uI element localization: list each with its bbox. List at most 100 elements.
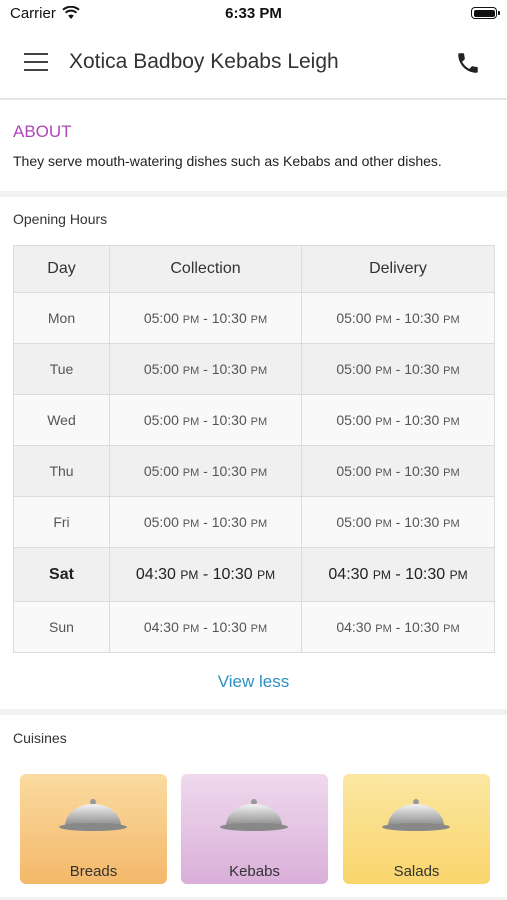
time-to: 10:30: [404, 463, 440, 479]
cuisine-card-kebabs[interactable]: Kebabs: [181, 774, 328, 884]
pm-suffix: PM: [375, 365, 392, 377]
table-row: Mon 05:00 PM - 10:30 PM 05:00 PM - 10:30 P…: [13, 292, 495, 344]
time-from: 04:30: [328, 565, 369, 583]
table-row: Wed 05:00 PM - 10:30 PM 05:00 PM - 10:30 P…: [13, 394, 495, 446]
collection-time-cell: 05:00 PM - 10:30 PM: [109, 394, 302, 446]
pm-suffix: PM: [443, 314, 460, 326]
about-section: ABOUT They serve mouth-watering dishes s…: [0, 100, 507, 191]
pm-suffix: PM: [182, 467, 200, 479]
day-cell: Wed: [13, 394, 110, 446]
time-to: 10:30: [211, 412, 247, 428]
pm-suffix: PM: [182, 314, 200, 326]
collection-time-cell: 04:30 PM - 10:30 PM: [109, 547, 302, 602]
delivery-time-cell: 04:30 PM - 10:30 PM: [301, 601, 495, 653]
time-from: 05:00: [336, 412, 372, 428]
pm-suffix: PM: [443, 365, 460, 377]
opening-hours-table: Day Collection Delivery Mon 05:00 PM - 10…: [13, 245, 495, 653]
time-to: 10:30: [405, 565, 446, 583]
pm-suffix: PM: [257, 567, 276, 582]
time-from: 05:00: [336, 514, 372, 530]
time-to: 10:30: [404, 310, 440, 326]
day-cell: Thu: [13, 445, 110, 497]
opening-hours-title: Opening Hours: [13, 211, 108, 227]
time-to: 10:30: [404, 514, 440, 530]
pm-suffix: PM: [250, 416, 268, 428]
time-to: 10:30: [211, 463, 247, 479]
delivery-time-cell: 05:00 PM - 10:30 PM: [301, 343, 495, 395]
cloche-icon: [59, 799, 127, 831]
day-cell: Fri: [13, 496, 110, 548]
table-row: Sat 04:30 PM - 10:30 PM 04:30 PM - 10:30 P…: [13, 547, 495, 602]
pm-suffix: PM: [375, 518, 392, 530]
time-from: 05:00: [336, 361, 372, 377]
cuisine-label: Breads: [69, 863, 118, 880]
collection-time-cell: 05:00 PM - 10:30 PM: [109, 343, 302, 395]
pm-suffix: PM: [250, 623, 268, 635]
cuisine-label: Kebabs: [229, 863, 280, 880]
about-text: They serve mouth-watering dishes such as…: [13, 153, 442, 169]
delivery-time-cell: 05:00 PM - 10:30 PM: [301, 445, 495, 497]
table-row: Sun 04:30 PM - 10:30 PM 04:30 PM - 10:30 P…: [13, 601, 495, 653]
pm-suffix: PM: [443, 416, 460, 428]
time-to: 10:30: [404, 361, 440, 377]
cuisine-card-breads[interactable]: Breads: [20, 774, 167, 884]
time-to: 10:30: [211, 361, 247, 377]
header-collection: Collection: [109, 245, 302, 293]
pm-suffix: PM: [372, 567, 391, 582]
collection-time-cell: 05:00 PM - 10:30 PM: [109, 292, 302, 344]
time-from: 05:00: [336, 463, 372, 479]
day-cell: Sun: [13, 601, 110, 653]
delivery-time-cell: 05:00 PM - 10:30 PM: [301, 292, 495, 344]
time-from: 05:00: [143, 310, 179, 326]
pm-suffix: PM: [443, 467, 460, 479]
cuisine-card-salads[interactable]: Salads: [343, 774, 490, 884]
pm-suffix: PM: [449, 567, 468, 582]
delivery-time-cell: 04:30 PM - 10:30 PM: [301, 547, 495, 602]
time-from: 04:30: [143, 619, 179, 635]
pm-suffix: PM: [443, 518, 460, 530]
time-from: 05:00: [143, 463, 179, 479]
page-title: Xotica Badboy Kebabs Leigh: [69, 50, 339, 73]
time-from: 04:30: [135, 565, 176, 583]
pm-suffix: PM: [182, 518, 200, 530]
pm-suffix: PM: [182, 365, 200, 377]
header-delivery: Delivery: [301, 245, 495, 293]
pm-suffix: PM: [250, 518, 268, 530]
phone-icon[interactable]: [455, 50, 481, 76]
pm-suffix: PM: [375, 314, 392, 326]
pm-suffix: PM: [443, 623, 460, 635]
collection-time-cell: 05:00 PM - 10:30 PM: [109, 445, 302, 497]
time-to: 10:30: [404, 619, 440, 635]
time-to: 10:30: [211, 310, 247, 326]
time-to: 10:30: [211, 619, 247, 635]
time-to: 10:30: [212, 565, 253, 583]
day-cell: Tue: [13, 343, 110, 395]
table-row: Thu 05:00 PM - 10:30 PM 05:00 PM - 10:30 P…: [13, 445, 495, 497]
day-cell: Sat: [13, 547, 110, 602]
day-cell: Mon: [13, 292, 110, 344]
time-from: 05:00: [336, 310, 372, 326]
view-less-link[interactable]: View less: [0, 672, 507, 692]
time-from: 04:30: [336, 619, 372, 635]
time-from: 05:00: [143, 514, 179, 530]
status-time: 6:33 PM: [225, 5, 282, 22]
cloche-icon: [220, 799, 288, 831]
pm-suffix: PM: [250, 314, 268, 326]
table-row: Fri 05:00 PM - 10:30 PM 05:00 PM - 10:30 P…: [13, 496, 495, 548]
about-heading: ABOUT: [13, 122, 72, 141]
hamburger-menu-icon[interactable]: [24, 52, 48, 72]
pm-suffix: PM: [250, 467, 268, 479]
battery-icon: [471, 7, 500, 19]
app-header: Xotica Badboy Kebabs Leigh: [0, 30, 507, 98]
time-from: 05:00: [143, 361, 179, 377]
pm-suffix: PM: [250, 365, 268, 377]
cuisines-section: Cuisines Breads Kebabs Salads: [0, 715, 507, 897]
opening-hours-section: Opening Hours Day Collection Delivery Mo…: [0, 197, 507, 709]
time-from: 05:00: [143, 412, 179, 428]
header-day: Day: [13, 245, 110, 293]
cuisines-title: Cuisines: [13, 730, 67, 746]
delivery-time-cell: 05:00 PM - 10:30 PM: [301, 496, 495, 548]
pm-suffix: PM: [375, 467, 392, 479]
cuisine-label: Salads: [393, 863, 440, 880]
pm-suffix: PM: [182, 416, 200, 428]
